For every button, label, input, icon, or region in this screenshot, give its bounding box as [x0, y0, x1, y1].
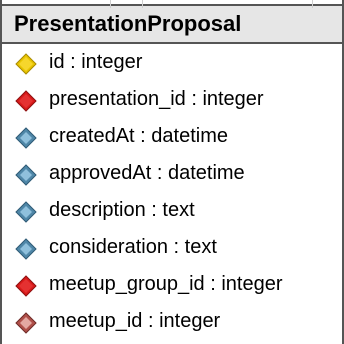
attribute-label: id : integer	[49, 51, 143, 73]
nullable-foreign-key-icon	[15, 312, 37, 334]
column-icon	[15, 164, 37, 186]
connector-line	[110, 0, 111, 8]
column-icon	[15, 201, 37, 223]
attribute-row-description[interactable]: description : text	[2, 194, 342, 231]
attribute-row-consideration[interactable]: consideration : text	[2, 231, 342, 268]
connector-line	[312, 0, 313, 8]
attribute-row-meetup-id[interactable]: meetup_id : integer	[2, 305, 342, 342]
attribute-label: description : text	[49, 199, 195, 221]
attribute-label: meetup_group_id : integer	[49, 273, 283, 295]
attribute-row-id[interactable]: id : integer	[2, 46, 342, 83]
entity-title: PresentationProposal	[14, 11, 242, 36]
attribute-row-approved-at[interactable]: approvedAt : datetime	[2, 157, 342, 194]
primary-key-icon	[15, 53, 37, 75]
foreign-key-icon	[15, 275, 37, 297]
attribute-label: approvedAt : datetime	[49, 162, 245, 184]
connector-line	[142, 0, 143, 8]
attribute-row-presentation-id[interactable]: presentation_id : integer	[2, 83, 342, 120]
attribute-label: consideration : text	[49, 236, 217, 258]
column-icon	[15, 127, 37, 149]
entity-header[interactable]: PresentationProposal	[2, 0, 342, 44]
attribute-row-meetup-group-id[interactable]: meetup_group_id : integer	[2, 268, 342, 305]
attribute-label: createdAt : datetime	[49, 125, 228, 147]
foreign-key-icon	[15, 90, 37, 112]
attribute-row-created-at[interactable]: createdAt : datetime	[2, 120, 342, 157]
entity-presentation-proposal[interactable]: PresentationProposal id : integer presen…	[0, 0, 344, 344]
column-icon	[15, 238, 37, 260]
attribute-label: presentation_id : integer	[49, 88, 264, 110]
attribute-label: meetup_id : integer	[49, 310, 221, 332]
